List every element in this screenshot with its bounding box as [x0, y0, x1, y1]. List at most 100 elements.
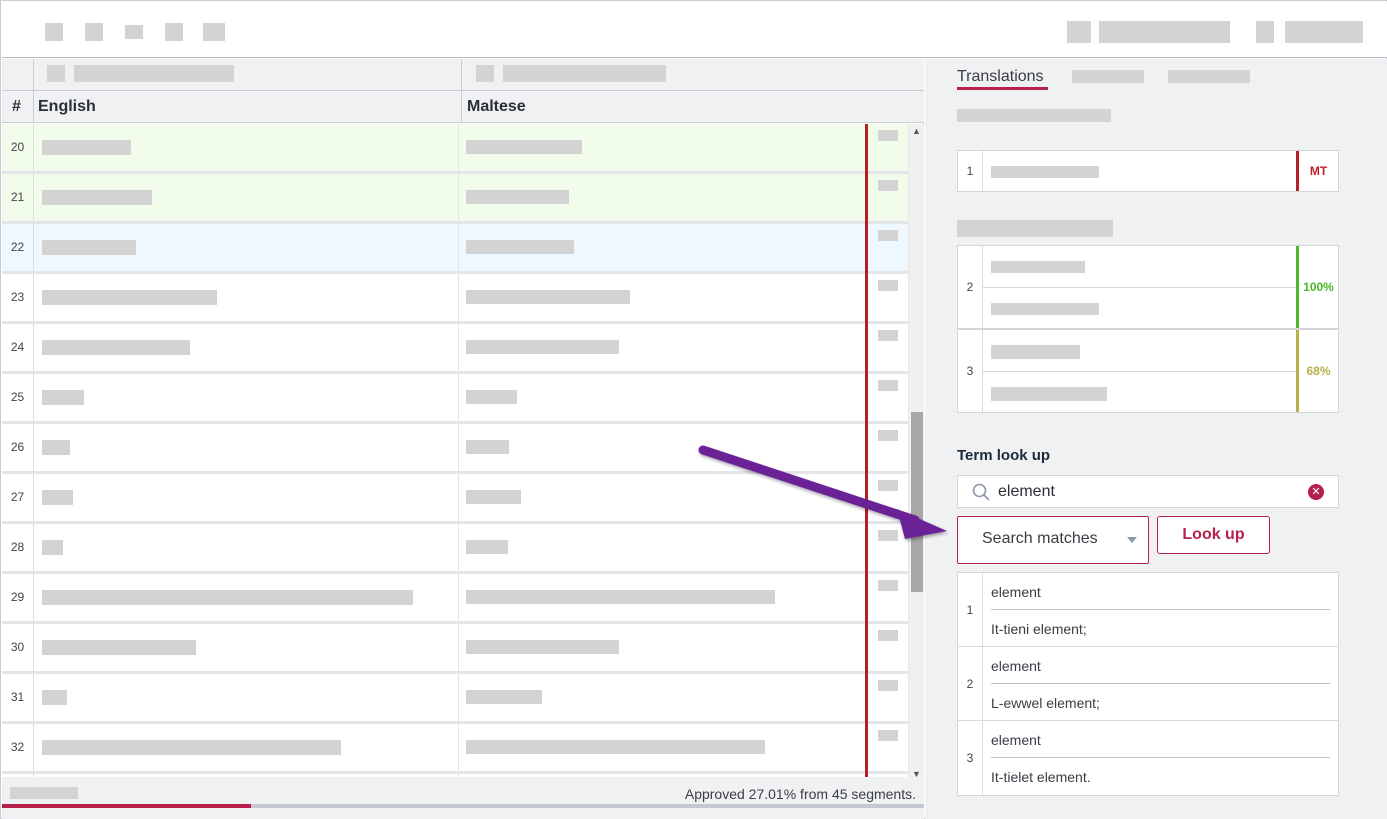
segment-row[interactable]: 31: [2, 674, 908, 724]
target-text[interactable]: [466, 140, 582, 154]
term-search-box[interactable]: ✕: [957, 475, 1339, 508]
segment-row[interactable]: 22: [2, 224, 908, 274]
vertical-scrollbar[interactable]: ▲ ▼: [908, 124, 924, 779]
approval-progress-bar: [2, 804, 924, 808]
segment-row[interactable]: 26: [2, 424, 908, 474]
segment-row[interactable]: 28: [2, 524, 908, 574]
target-text[interactable]: [466, 390, 517, 404]
mt-origin-marker: [865, 374, 868, 424]
segment-status-icon[interactable]: [878, 480, 898, 491]
segment-row[interactable]: 29: [2, 574, 908, 624]
mt-origin-marker: [865, 724, 868, 774]
segment-status-icon[interactable]: [878, 730, 898, 741]
scroll-up-icon[interactable]: ▲: [912, 126, 921, 136]
segment-status-icon[interactable]: [878, 580, 898, 591]
target-text[interactable]: [466, 540, 508, 554]
segment-status-icon[interactable]: [878, 680, 898, 691]
active-tab-indicator: [957, 87, 1048, 90]
tm-match-2[interactable]: 2 100%: [957, 245, 1339, 329]
mt-origin-marker: [865, 274, 868, 324]
tab-2[interactable]: [1072, 70, 1144, 83]
segment-number: 27: [2, 474, 34, 521]
segment-number: 20: [2, 124, 34, 171]
segment-status-icon[interactable]: [878, 530, 898, 541]
segment-number: 30: [2, 624, 34, 671]
target-text[interactable]: [466, 690, 542, 704]
segment-rows: 20212223242526272829303132MT: [2, 124, 908, 777]
segment-status-icon[interactable]: [878, 430, 898, 441]
mt-suggestion[interactable]: 1 MT: [957, 150, 1339, 192]
toolbar-label-right-1[interactable]: [1099, 21, 1230, 43]
segment-status-icon[interactable]: [878, 280, 898, 291]
source-text: [42, 340, 190, 355]
toolbar: [2, 2, 1387, 58]
toolbar-button-3[interactable]: [125, 25, 143, 39]
segment-status-icon[interactable]: [878, 180, 898, 191]
mt-origin-marker: [865, 124, 868, 174]
tm-match-3[interactable]: 3 68%: [957, 329, 1339, 413]
grid-language-header: [2, 59, 924, 91]
toolbar-button-5[interactable]: [203, 23, 225, 41]
mt-origin-marker: [865, 574, 868, 624]
term-search-input[interactable]: [998, 482, 1298, 502]
column-target-header[interactable]: Maltese: [467, 98, 526, 116]
search-mode-dropdown[interactable]: Search matches: [957, 516, 1149, 564]
column-source-header[interactable]: English: [38, 98, 96, 116]
term-index: 3: [958, 721, 983, 795]
toolbar-button-2[interactable]: [85, 23, 103, 41]
target-language-icon: [476, 65, 494, 82]
look-up-button[interactable]: Look up: [1157, 516, 1270, 554]
segment-row[interactable]: 23: [2, 274, 908, 324]
segment-status-icon[interactable]: [878, 330, 898, 341]
tab-translations[interactable]: Translations: [957, 68, 1044, 86]
target-text[interactable]: [466, 340, 619, 354]
segment-row[interactable]: 27: [2, 474, 908, 524]
term-result[interactable]: 2 element L-ewwel element;: [958, 647, 1338, 721]
side-panel: Translations 1 MT 2 100% 3 68% Term look…: [925, 59, 1387, 819]
approval-progress-fill: [2, 804, 252, 808]
clear-search-icon[interactable]: ✕: [1308, 484, 1324, 500]
term-result[interactable]: 3 element It-tielet element.: [958, 721, 1338, 795]
target-text[interactable]: [466, 290, 630, 304]
app-window: # English Maltese 20 21 22 23 24 25 26 27 28 29 30…: [0, 0, 1387, 819]
segment-status-icon[interactable]: [878, 630, 898, 641]
segment-status-icon[interactable]: [878, 130, 898, 141]
segment-row[interactable]: 30: [2, 624, 908, 674]
term-result[interactable]: 1 element It-tieni element;: [958, 573, 1338, 647]
term-index: 2: [958, 647, 983, 721]
toolbar-icon-right-1[interactable]: [1067, 21, 1091, 43]
segment-row[interactable]: 24: [2, 324, 908, 374]
segment-number: 21: [2, 174, 34, 221]
tab-3[interactable]: [1168, 70, 1250, 83]
match-index: 2: [958, 246, 983, 328]
toolbar-button-1[interactable]: [45, 23, 63, 41]
segment-number: 29: [2, 574, 34, 621]
segment-row[interactable]: 25: [2, 374, 908, 424]
toolbar-button-4[interactable]: [165, 23, 183, 41]
match-target-text: [991, 303, 1099, 315]
target-text[interactable]: [466, 190, 569, 204]
term-source: element: [991, 658, 1041, 674]
segment-number: 32: [2, 724, 34, 771]
target-text[interactable]: [466, 590, 775, 604]
segment-status-icon[interactable]: [878, 380, 898, 391]
toolbar-icon-right-2[interactable]: [1256, 21, 1274, 43]
search-icon: [972, 483, 990, 506]
segment-row[interactable]: 21: [2, 174, 908, 224]
scrollbar-thumb[interactable]: [911, 412, 923, 592]
segment-status-icon[interactable]: [878, 230, 898, 241]
segment-row[interactable]: 32: [2, 724, 908, 774]
source-language-icon: [47, 65, 65, 82]
toolbar-label-right-2[interactable]: [1285, 21, 1363, 43]
segment-row[interactable]: 20: [2, 124, 908, 174]
target-text[interactable]: [466, 440, 509, 454]
target-text[interactable]: [466, 640, 619, 654]
target-text[interactable]: [466, 240, 574, 254]
source-text: [42, 240, 136, 255]
source-text: [42, 640, 196, 655]
target-text[interactable]: [466, 490, 521, 504]
chevron-down-icon: [1127, 537, 1137, 543]
term-source: element: [991, 732, 1041, 748]
target-text[interactable]: [466, 740, 765, 754]
segment-number: 22: [2, 224, 34, 271]
